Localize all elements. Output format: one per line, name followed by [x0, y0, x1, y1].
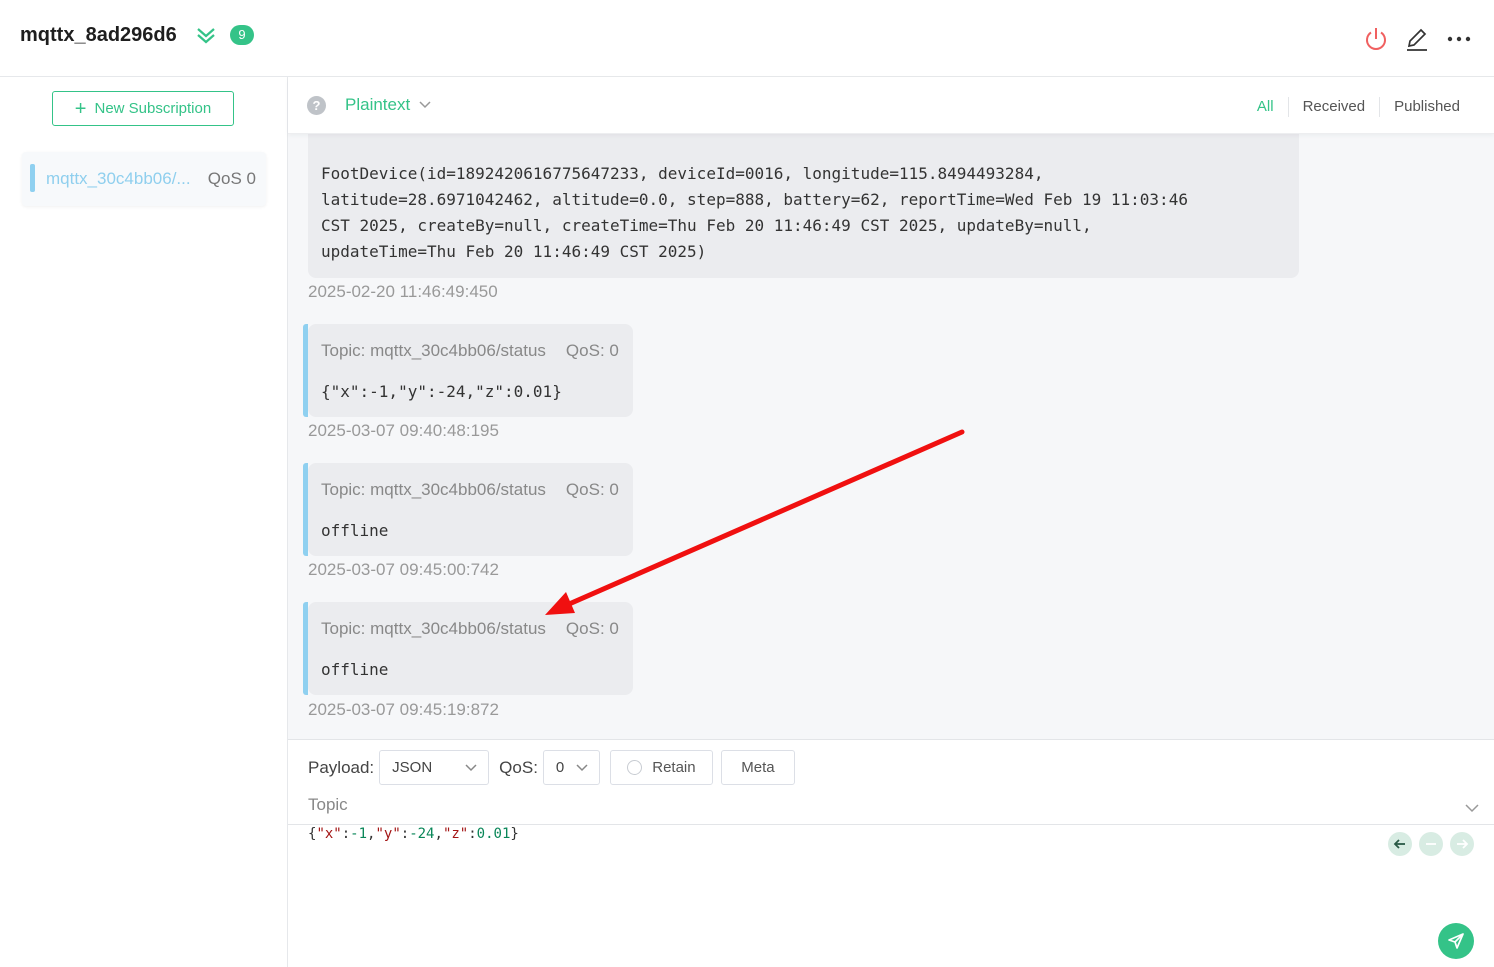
- publish-composer: Payload: JSON QoS: 0 Retain Meta Topic {…: [288, 739, 1494, 967]
- retain-radio-icon: [627, 760, 643, 775]
- message-list[interactable]: FootDevice(id=1892420616775647233, devic…: [288, 134, 1494, 739]
- chevron-down-icon: [465, 763, 477, 771]
- message-time: 2025-03-07 09:40:48:195: [308, 421, 499, 440]
- subscription-topic: mqttx_30c4bb06/...: [46, 169, 191, 188]
- message-payload: offline: [321, 660, 389, 679]
- message-filter-tabs: All Received Published: [1243, 97, 1474, 117]
- qos-value: 0: [555, 759, 565, 776]
- topic-placeholder: Topic: [308, 795, 348, 814]
- message-bubble: Topic: mqttx_30c4bb06/status QoS: 0 {"x":…: [303, 324, 633, 417]
- message-meta: Topic: mqttx_30c4bb06/status QoS: 0: [321, 480, 619, 500]
- message-time: 2025-03-07 09:45:19:872: [308, 700, 499, 719]
- json-number: -24: [409, 826, 435, 842]
- json-number: 0.01: [476, 826, 511, 842]
- history-clear-button[interactable]: [1419, 832, 1443, 856]
- tab-received[interactable]: Received: [1287, 97, 1380, 117]
- message-qos: QoS: 0: [565, 619, 619, 638]
- message-bubble: Topic: mqttx_30c4bb06/status QoS: 0 offli…: [303, 463, 633, 556]
- message-topic: Topic: mqttx_30c4bb06/status: [321, 619, 546, 638]
- message-count-badge: 9: [230, 25, 254, 45]
- topic-input[interactable]: Topic: [288, 788, 1494, 825]
- arrow-right-icon: [1457, 839, 1469, 849]
- plus-icon: +: [74, 97, 87, 120]
- message-bubble: Topic: mqttx_30c4bb06/status QoS: 0 offli…: [303, 602, 633, 695]
- connection-header: mqttx_8ad296d6 9: [0, 0, 1494, 77]
- send-paper-plane-icon: [1448, 933, 1464, 949]
- message-color-stripe: [303, 463, 308, 556]
- qos-select[interactable]: 0: [542, 750, 600, 785]
- new-subscription-button[interactable]: + New Subscription: [52, 91, 234, 126]
- edit-pencil-icon[interactable]: [1404, 26, 1430, 52]
- json-colon: :: [468, 826, 477, 842]
- payload-type-select[interactable]: JSON: [379, 750, 490, 785]
- minus-icon: [1426, 843, 1436, 845]
- json-colon: :: [400, 826, 410, 842]
- message-payload: {"x":-1,"y":-24,"z":0.01}: [321, 382, 562, 401]
- disconnect-power-icon[interactable]: [1363, 26, 1389, 52]
- payload-editor[interactable]: {"x":-1,"y":-24,"z":0.01}: [308, 826, 519, 842]
- history-back-button[interactable]: [1388, 832, 1412, 856]
- message-color-stripe: [303, 324, 308, 417]
- message-meta: Topic: mqttx_30c4bb06/status QoS: 0: [321, 341, 619, 361]
- message-toolbar: ? Plaintext All Received Published: [288, 77, 1494, 134]
- message-topic: Topic: mqttx_30c4bb06/status: [321, 341, 546, 360]
- message-time: 2025-02-20 11:46:49:450: [308, 282, 498, 301]
- json-brace: }: [510, 826, 519, 842]
- message-qos: QoS: 0: [565, 341, 619, 360]
- message-payload: offline: [321, 521, 389, 540]
- chevron-down-icon: [419, 101, 431, 109]
- message-color-stripe: [303, 602, 308, 695]
- help-question-icon[interactable]: ?: [307, 96, 326, 115]
- payload-type-value: JSON: [392, 759, 433, 776]
- retain-checkbox[interactable]: Retain: [609, 750, 713, 785]
- payload-label: Payload:: [308, 757, 375, 777]
- subscription-qos: QoS 0: [207, 169, 256, 188]
- collapse-chevrons-icon[interactable]: [195, 24, 217, 46]
- subscription-item[interactable]: mqttx_30c4bb06/... QoS 0: [22, 152, 266, 206]
- format-select[interactable]: Plaintext: [345, 95, 432, 115]
- message-bubble: FootDevice(id=1892420616775647233, devic…: [308, 134, 1299, 278]
- meta-button[interactable]: Meta: [720, 750, 795, 785]
- connection-title: mqttx_8ad296d6: [20, 24, 177, 46]
- history-forward-button[interactable]: [1450, 832, 1474, 856]
- more-options-icon[interactable]: [1446, 26, 1472, 52]
- retain-label: Retain: [652, 759, 696, 776]
- message-panel: ? Plaintext All Received Published FootD…: [288, 77, 1494, 967]
- arrow-left-icon: [1393, 839, 1405, 849]
- subscription-color-bar: [30, 164, 35, 192]
- json-key: "x": [316, 826, 342, 842]
- qos-label: QoS:: [499, 757, 538, 777]
- message-payload: FootDevice(id=1892420616775647233, devic…: [321, 164, 1188, 261]
- tab-all[interactable]: All: [1243, 97, 1288, 117]
- json-number: -1: [350, 826, 368, 842]
- send-button[interactable]: [1438, 923, 1474, 959]
- json-colon: :: [341, 826, 351, 842]
- chevron-down-icon[interactable]: [1464, 800, 1480, 816]
- format-value: Plaintext: [345, 95, 411, 114]
- message-time: 2025-03-07 09:45:00:742: [308, 560, 499, 579]
- json-comma: ,: [434, 826, 443, 842]
- message-topic: Topic: mqttx_30c4bb06/status: [321, 480, 546, 499]
- publish-options-row: Payload: JSON QoS: 0 Retain Meta: [308, 750, 795, 785]
- subscriptions-sidebar: + New Subscription mqttx_30c4bb06/... Qo…: [0, 77, 288, 967]
- json-key: "y": [375, 826, 401, 842]
- message-qos: QoS: 0: [565, 480, 619, 499]
- new-subscription-label: New Subscription: [94, 100, 212, 117]
- message-meta: Topic: mqttx_30c4bb06/status QoS: 0: [321, 619, 619, 639]
- tab-published[interactable]: Published: [1379, 97, 1474, 117]
- chevron-down-icon: [576, 763, 588, 771]
- json-key: "z": [442, 826, 469, 842]
